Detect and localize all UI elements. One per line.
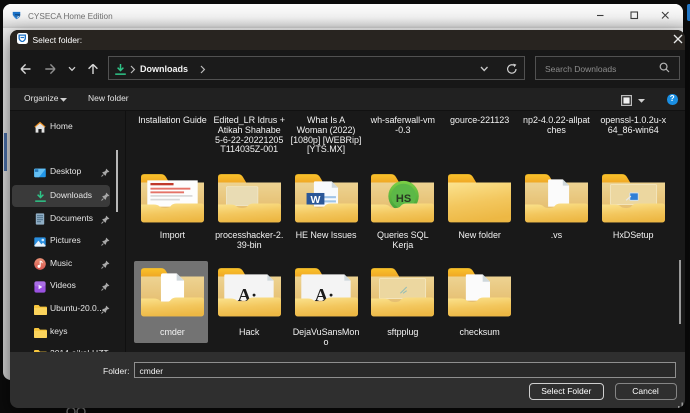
svg-text:HS: HS [396, 193, 411, 205]
svg-text:W: W [310, 194, 320, 206]
